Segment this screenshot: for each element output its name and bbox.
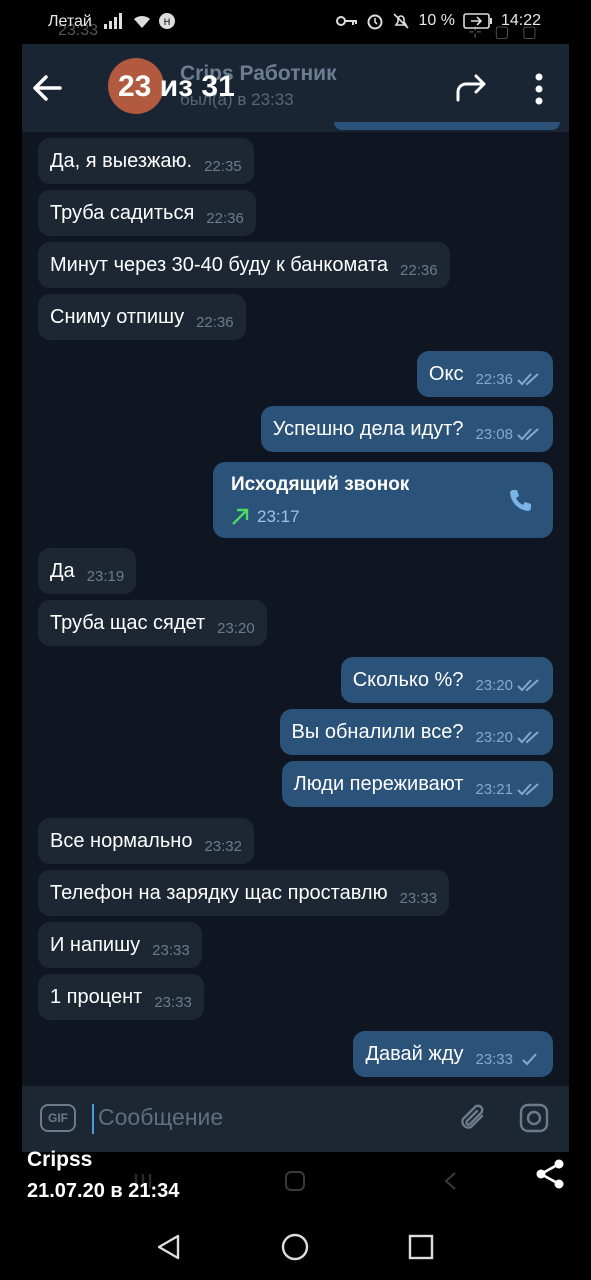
message-incoming[interactable]: И напишу 23:33 <box>38 922 202 968</box>
nav-home-icon[interactable] <box>280 1232 310 1262</box>
status-right: 10 % 14:22 <box>336 12 541 30</box>
message-text: Да, я выезжаю. <box>50 149 193 172</box>
message-time: 23:21 <box>475 780 513 798</box>
message-time: 22:36 <box>475 370 513 388</box>
message-text: Давай жду <box>365 1042 464 1065</box>
message-text: Да <box>50 559 75 582</box>
text-caret <box>92 1104 94 1134</box>
previous-message-edge <box>334 122 560 130</box>
svg-text:H: H <box>164 18 171 28</box>
message-outgoing[interactable]: Сколько %? 23:20 <box>340 657 553 703</box>
message-incoming[interactable]: Да, я выезжаю. 22:35 <box>38 138 254 184</box>
outgoing-arrow-icon <box>232 508 249 525</box>
message-time: 23:32 <box>204 837 242 855</box>
message-incoming[interactable]: Труба щас сядет 23:20 <box>38 600 267 646</box>
signal-icon <box>104 13 122 29</box>
home-icon <box>285 1171 305 1191</box>
camera-icon[interactable] <box>518 1102 550 1134</box>
photo-counter: 23 из 31 <box>118 70 235 103</box>
message-incoming[interactable]: Труба садиться 22:36 <box>38 190 256 236</box>
message-time: 23:20 <box>475 728 513 746</box>
nav-back-icon[interactable] <box>154 1232 184 1262</box>
message-time: 22:36 <box>400 261 438 279</box>
message-time: 23:33 <box>399 889 438 907</box>
photo-date: 21.07.20 в 21:34 <box>27 1180 180 1202</box>
signal-icons: H <box>104 12 176 30</box>
double-check-icon <box>517 373 539 386</box>
message-time: 23:19 <box>86 567 125 585</box>
outgoing-call-message[interactable]: Исходящий звонок 23:17 <box>213 462 553 538</box>
back-arrow-icon[interactable] <box>30 70 74 106</box>
carrier-label: Летай <box>48 13 92 30</box>
message-time: 23:08 <box>475 425 513 443</box>
forward-icon[interactable] <box>454 72 490 104</box>
paperclip-icon[interactable] <box>458 1102 488 1134</box>
clock: 14:22 <box>500 12 541 29</box>
message-incoming[interactable]: 1 процент 23:33 <box>38 974 204 1020</box>
message-time: 22:36 <box>196 313 234 331</box>
mute-icon <box>393 13 410 29</box>
message-text: 1 процент <box>50 985 143 1008</box>
double-check-icon <box>517 428 539 441</box>
message-incoming[interactable]: Да 23:19 <box>38 548 137 594</box>
hd-icon: H <box>159 13 175 29</box>
message-text: Все нормально <box>50 829 193 852</box>
double-check-icon <box>517 679 539 692</box>
message-outgoing[interactable]: Вы обналили все? 23:20 <box>279 709 553 755</box>
sender-name: Cripss <box>27 1148 93 1171</box>
message-outgoing[interactable]: Давай жду 23:33 <box>353 1031 553 1077</box>
message-time: 23:33 <box>152 941 190 959</box>
message-text: Сниму отпишу <box>50 305 185 328</box>
system-nav-bar <box>0 1214 591 1280</box>
message-time: 23:20 <box>217 619 255 637</box>
back-icon <box>444 1172 456 1190</box>
message-outgoing[interactable]: Люди переживают 23:21 <box>281 761 553 807</box>
screenshot-frame: Crips Работник был(а) в 23:33 23 из 31 Д… <box>22 44 569 1214</box>
message-composer: GIF Сообщение <box>22 1086 569 1152</box>
more-menu-icon[interactable] <box>532 72 546 106</box>
message-time: 23:33 <box>154 993 192 1011</box>
share-icon[interactable] <box>534 1158 566 1190</box>
message-outgoing[interactable]: Окс 22:36 <box>416 351 553 397</box>
message-text: Телефон на зарядку щас проставлю <box>50 881 388 904</box>
message-time: 22:36 <box>206 209 244 227</box>
message-incoming[interactable]: Все нормально 23:32 <box>38 818 254 864</box>
battery-percent: 10 % <box>418 12 455 29</box>
message-text: Вы обналили все? <box>291 720 464 743</box>
phone-icon[interactable] <box>507 488 533 514</box>
double-check-icon <box>517 783 539 796</box>
single-check-icon <box>522 1053 537 1066</box>
nav-recents-icon[interactable] <box>406 1232 436 1262</box>
message-text: И напишу <box>50 933 141 956</box>
call-title: Исходящий звонок <box>231 474 410 495</box>
message-text: Успешно дела идут? <box>272 417 464 440</box>
message-text: Сколько %? <box>352 668 464 691</box>
message-text: Труба садиться <box>50 201 195 224</box>
message-input[interactable]: Сообщение <box>98 1104 223 1131</box>
battery-icon <box>463 13 492 29</box>
message-incoming[interactable]: Сниму отпишу 22:36 <box>38 294 246 340</box>
message-text: Окс <box>428 362 464 385</box>
message-text: Труба щас сядет <box>50 611 206 634</box>
status-bar: 23:33 Летай H ⊹ ▢ ▢ 10 % 14:22 <box>0 0 591 44</box>
message-outgoing[interactable]: Успешно дела идут? 23:08 <box>260 406 553 452</box>
key-icon <box>336 16 358 26</box>
message-text: Минут через 30-40 буду к банкомата <box>50 253 389 276</box>
double-check-icon <box>517 731 539 744</box>
message-incoming[interactable]: Телефон на зарядку щас проставлю 23:33 <box>38 870 450 916</box>
call-time: 23:17 <box>257 507 300 526</box>
alarm-icon <box>367 14 383 30</box>
message-incoming[interactable]: Минут через 30-40 буду к банкомата 22:36 <box>38 242 450 288</box>
message-time: 23:20 <box>475 676 513 694</box>
message-text: Люди переживают <box>293 772 464 795</box>
wifi-icon <box>134 15 150 28</box>
gif-button[interactable]: GIF <box>40 1104 76 1132</box>
message-time: 23:33 <box>475 1050 513 1068</box>
message-time: 22:35 <box>204 157 242 175</box>
